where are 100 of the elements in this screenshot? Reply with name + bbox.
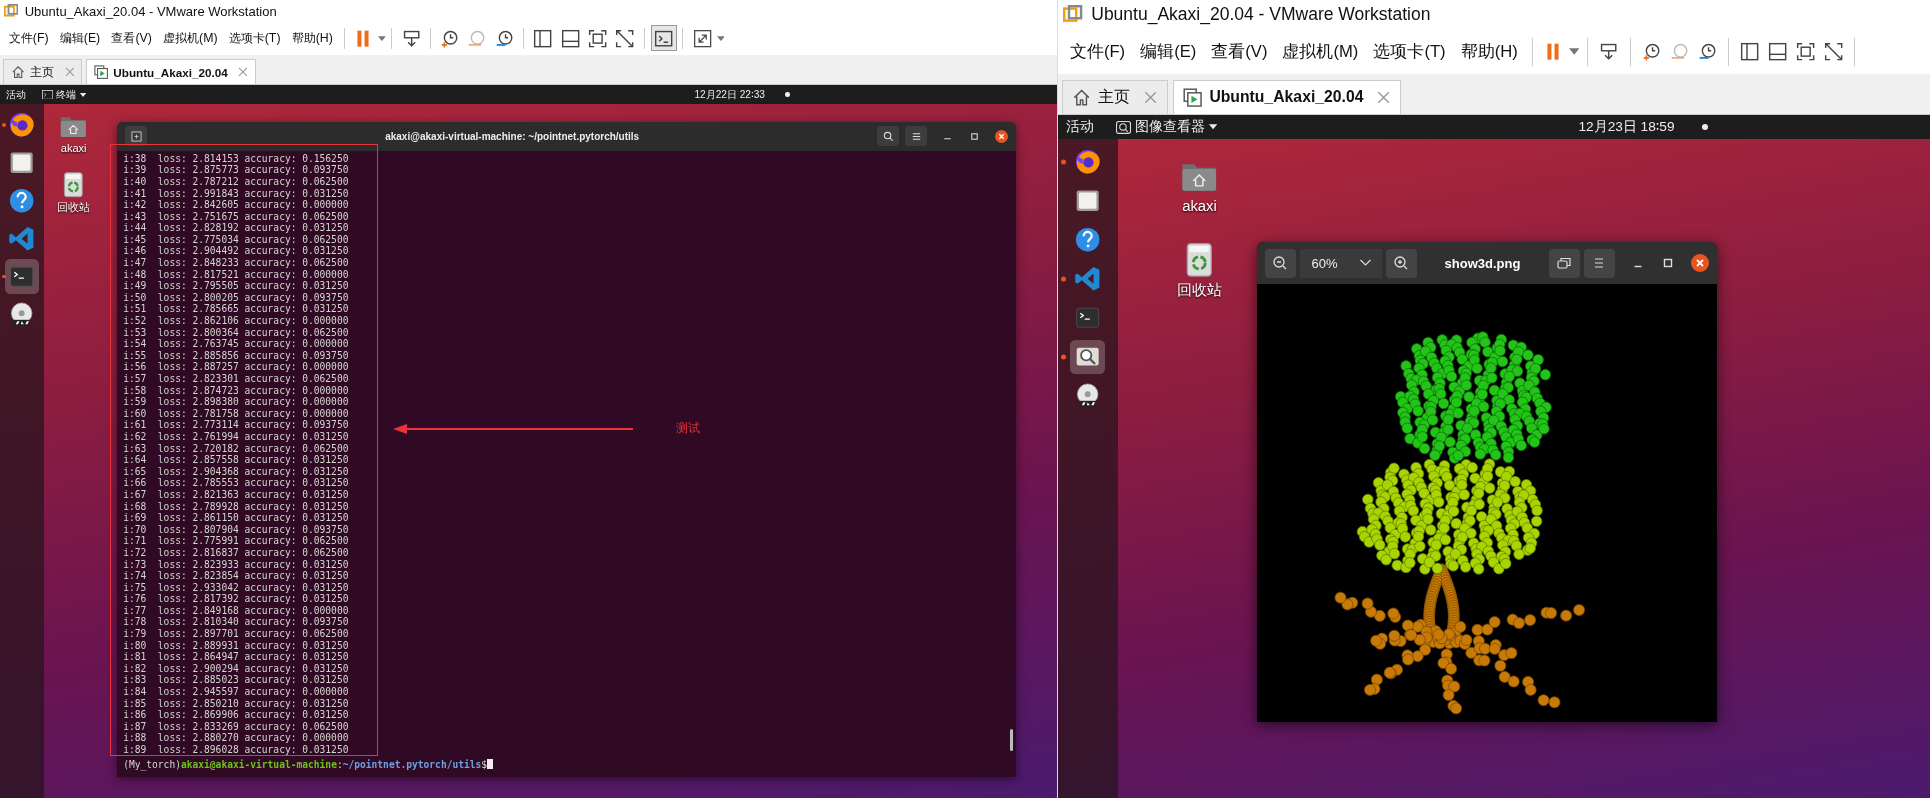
tab[interactable]: Ubuntu_Akaxi_20.04: [1172, 79, 1402, 114]
magnifier-icon[interactable]: [1070, 339, 1106, 375]
tab-label: Ubuntu_Akaxi_20.04: [113, 65, 228, 79]
home-icon: [1072, 87, 1092, 107]
terminal-line: i:85 loss: 2.850210 accuracy: 0.031250: [123, 697, 349, 710]
new-tab-button[interactable]: [125, 126, 148, 147]
terminal-line: i:63 loss: 2.720182 accuracy: 0.062500: [123, 442, 349, 455]
search-button[interactable]: [877, 126, 900, 147]
app-menu[interactable]: 终端: [42, 87, 86, 102]
terminal-line: i:54 loss: 2.763745 accuracy: 0.000000: [123, 338, 349, 350]
tab-label: 主页: [30, 64, 55, 80]
menu-item[interactable]: 文件(F): [1063, 40, 1132, 63]
terminal-line: i:76 loss: 2.817392 accuracy: 0.031250: [123, 593, 349, 605]
zoom-dropdown[interactable]: 60%: [1299, 248, 1382, 278]
terminal-prompt: (My_torch)akaxi@akaxi-virtual-machine:~/pointnet.pytorch/utils$: [123, 758, 494, 771]
annotation-label: 测试: [676, 419, 701, 437]
terminal-line: i:45 loss: 2.775034 accuracy: 0.062500: [123, 233, 349, 246]
window-title: Ubuntu_Akaxi_20.04 - VMware Workstation: [1091, 4, 1431, 26]
clock[interactable]: 12月23日 18∶59: [1578, 118, 1675, 137]
terminal-line: i:51 loss: 2.785665 accuracy: 0.031250: [123, 303, 349, 316]
close-icon[interactable]: [1690, 254, 1709, 273]
terminal-line: i:55 loss: 2.885856 accuracy: 0.093750: [123, 349, 349, 362]
terminal-line: i:42 loss: 2.842605 accuracy: 0.000000: [123, 199, 349, 211]
activities-button[interactable]: 活动: [6, 87, 27, 102]
menu-item[interactable]: 帮助(H): [1454, 40, 1525, 63]
clock[interactable]: 12月22日 22∶33: [694, 87, 765, 102]
scrollbar-thumb[interactable]: [1010, 728, 1014, 751]
menu-item[interactable]: 编辑(E): [1133, 40, 1203, 63]
home-icon: [10, 65, 26, 80]
menu-item[interactable]: 虚拟机(M): [1275, 40, 1366, 63]
tab-label: Ubuntu_Akaxi_20.04: [1209, 88, 1364, 107]
close-icon[interactable]: [995, 129, 1009, 143]
caret-icon: [1209, 124, 1218, 130]
tab[interactable]: Ubuntu_Akaxi_20.04: [85, 58, 256, 85]
terminal-line: i:62 loss: 2.761994 accuracy: 0.031250: [123, 431, 349, 443]
desktop-icon-label: akaxi: [60, 142, 87, 155]
app-logo-icon: [3, 3, 19, 19]
terminal-line: i:67 loss: 2.821363 accuracy: 0.031250: [123, 488, 349, 501]
app-menu[interactable]: 图像查看器: [1116, 118, 1218, 137]
zoom-out-button[interactable]: [1264, 248, 1296, 278]
terminal-line: i:61 loss: 2.773114 accuracy: 0.093750: [123, 419, 349, 431]
zoom-out-icon: [1272, 255, 1288, 272]
desktop-icon-label: 回收站: [1177, 281, 1222, 301]
gallery-button[interactable]: [1548, 248, 1580, 278]
terminal-line: i:82 loss: 2.900294 accuracy: 0.031250: [123, 662, 349, 675]
terminal-line: i:75 loss: 2.933042 accuracy: 0.031250: [123, 581, 349, 594]
terminal-line: i:64 loss: 2.857558 accuracy: 0.031250: [123, 454, 349, 466]
menu-item[interactable]: 选项卡(T): [223, 29, 286, 47]
magnifier-icon: [1116, 120, 1131, 134]
terminal-line: i:73 loss: 2.823933 accuracy: 0.031250: [123, 558, 349, 571]
terminal-line: i:49 loss: 2.795505 accuracy: 0.031250: [123, 280, 349, 292]
activities-button[interactable]: 活动: [1066, 118, 1095, 137]
terminal-line: i:89 loss: 2.896028 accuracy: 0.031250: [123, 744, 349, 756]
terminal-line: i:44 loss: 2.828192 accuracy: 0.031250: [123, 222, 349, 234]
menu-item[interactable]: 帮助(H): [286, 29, 338, 47]
terminal-line: i:72 loss: 2.816837 accuracy: 0.062500: [123, 546, 349, 559]
menu-button[interactable]: [905, 126, 928, 147]
menu-icon: [910, 130, 922, 142]
terminal-icon: [42, 89, 54, 100]
menu-item[interactable]: 编辑(E): [54, 29, 106, 47]
tab-label: 主页: [1098, 86, 1131, 107]
status-dot-icon[interactable]: [785, 92, 790, 97]
caret-icon[interactable]: [716, 35, 725, 41]
terminal-line: i:47 loss: 2.848233 accuracy: 0.062500: [123, 257, 349, 269]
terminal-title: akaxi@akaxi-virtual-machine: ~/pointnet.pytorch/utils: [384, 130, 641, 142]
zoom-in-button[interactable]: [1385, 248, 1417, 278]
terminal-line: i:46 loss: 2.904492 accuracy: 0.031250: [123, 245, 349, 258]
menu-item[interactable]: 选项卡(T): [1366, 40, 1453, 63]
menu-item[interactable]: 文件(F): [3, 29, 54, 47]
terminal-line: i:52 loss: 2.862106 accuracy: 0.000000: [123, 315, 349, 327]
terminal-line: i:60 loss: 2.781758 accuracy: 0.000000: [123, 407, 349, 420]
menu-item[interactable]: 虚拟机(M): [158, 29, 223, 47]
caret-icon[interactable]: [1568, 48, 1580, 56]
tab[interactable]: 主页: [1061, 79, 1169, 114]
caret-icon: [79, 92, 86, 97]
terminal-line: i:71 loss: 2.775991 accuracy: 0.062500: [123, 535, 349, 547]
window-title: Ubuntu_Akaxi_20.04 - VMware Workstation: [24, 3, 277, 19]
terminal-line: i:87 loss: 2.833269 accuracy: 0.062500: [123, 720, 349, 733]
caret-icon[interactable]: [377, 35, 386, 41]
terminal-line: i:79 loss: 2.897701 accuracy: 0.062500: [123, 628, 349, 640]
terminal-line: i:58 loss: 2.874723 accuracy: 0.000000: [123, 384, 349, 397]
console-icon[interactable]: [650, 25, 677, 52]
terminal-line: i:43 loss: 2.751675 accuracy: 0.062500: [123, 210, 349, 223]
terminal-line: i:88 loss: 2.880270 accuracy: 0.000000: [123, 732, 349, 744]
vm-play-icon: [93, 65, 109, 80]
terminal-line: i:83 loss: 2.885023 accuracy: 0.031250: [123, 674, 349, 687]
terminal-line: i:38 loss: 2.814153 accuracy: 0.156250: [123, 152, 349, 165]
status-dot-icon[interactable]: [1701, 123, 1708, 131]
terminal-line: i:50 loss: 2.800205 accuracy: 0.093750: [123, 291, 349, 304]
terminal-line: i:53 loss: 2.800364 accuracy: 0.062500: [123, 326, 349, 339]
menu-item[interactable]: 查看(V): [106, 29, 157, 47]
menu-item[interactable]: 查看(V): [1204, 40, 1275, 63]
terminal-line: i:48 loss: 2.817521 accuracy: 0.000000: [123, 268, 349, 281]
terminal-line: i:84 loss: 2.945597 accuracy: 0.000000: [123, 686, 349, 698]
zoom-in-icon: [1393, 255, 1409, 272]
menu-button[interactable]: [1583, 248, 1615, 278]
terminal-line: i:65 loss: 2.904368 accuracy: 0.031250: [123, 465, 349, 478]
gallery-icon: [1556, 255, 1572, 272]
tab[interactable]: 主页: [2, 58, 83, 85]
vm-play-icon: [1183, 87, 1203, 107]
